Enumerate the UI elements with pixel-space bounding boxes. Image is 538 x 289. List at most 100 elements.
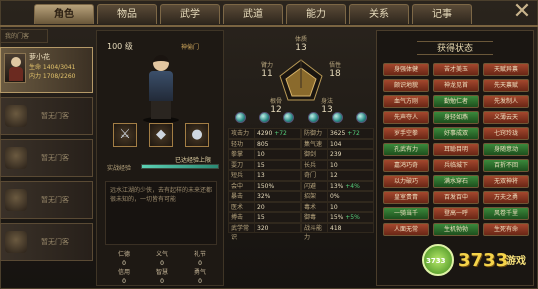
- status-badge[interactable]: 神龙见首: [433, 79, 479, 92]
- empty-slot-icon: [5, 231, 27, 253]
- stat-cell: 轻功 805: [228, 138, 301, 149]
- stat-cell: 医术 20: [228, 201, 301, 212]
- status-badge[interactable]: 皇室贵胄: [383, 191, 429, 204]
- stats-row: 会中 150% 闪避 13% +4%: [228, 180, 374, 191]
- stats-table: 攻击力4290 +72防御力3625 +72轻功805 集气速度104 拳掌10…: [228, 128, 374, 241]
- stats-row: 攻击力 4290 +72 防御力 3625 +72: [228, 128, 374, 139]
- status-badge[interactable]: 兵临城下: [433, 159, 479, 172]
- character-figure: [141, 53, 181, 123]
- stat-cell: 御毒 15% +5%: [301, 212, 374, 223]
- stat-cell: 搏击 15: [228, 212, 301, 223]
- status-badge[interactable]: 孔武有力: [383, 143, 429, 156]
- status-badge[interactable]: 义薄云天: [483, 111, 529, 124]
- companion-slot-active[interactable]: 萝小花 生命 1404/3041 内力 1708/2260: [0, 47, 93, 93]
- exp-bar: [141, 164, 219, 169]
- armor-icon[interactable]: ◆: [149, 123, 173, 147]
- companion-inner: 内力 1708/2260: [29, 73, 76, 80]
- tab-0[interactable]: 角色: [34, 4, 94, 24]
- gem-icon[interactable]: [307, 112, 319, 123]
- status-badge[interactable]: 耳聪目明: [433, 143, 479, 156]
- status-badge[interactable]: 一骑当千: [383, 207, 429, 220]
- stats-row: 短兵 13 奇门 12: [228, 170, 374, 181]
- character-description: 远水江湖的少侠，去有起样的未来还都很未知的，一切皆有可能: [105, 181, 217, 245]
- empty-slot-label: 暂无门客: [41, 238, 69, 246]
- status-badge[interactable]: 百发百中: [433, 191, 479, 204]
- stat-cell: 武学常识 320: [228, 222, 301, 241]
- tab-6[interactable]: 记事: [412, 4, 472, 24]
- attr-strength: 臂力 11: [260, 62, 273, 79]
- empty-slot-label: 暂无门客: [41, 112, 69, 120]
- stat-cell: 暴击 32%: [228, 191, 301, 202]
- companion-list-header: 我的门客: [0, 29, 48, 43]
- coin-icon[interactable]: ●: [185, 123, 209, 147]
- status-badge[interactable]: 先发制人: [483, 95, 529, 108]
- stat-cell: 毒术 10: [301, 201, 374, 212]
- status-badge[interactable]: 无双神将: [483, 175, 529, 188]
- status-badge[interactable]: 颇识地貌: [383, 79, 429, 92]
- status-badge[interactable]: 先声夺人: [383, 111, 429, 124]
- status-panel-title: 获得状态: [417, 41, 493, 55]
- status-badge[interactable]: 生机勃勃: [433, 223, 479, 236]
- status-badge[interactable]: 登高一呼: [433, 207, 479, 220]
- gem-icon[interactable]: [331, 112, 343, 123]
- tab-3[interactable]: 武道: [223, 4, 283, 24]
- close-icon[interactable]: ✕: [512, 1, 532, 23]
- stat-cell: 奇门 12: [301, 170, 374, 181]
- stat-cell: 会中 150%: [228, 180, 301, 191]
- virtue-stat: 信用 0: [117, 269, 130, 285]
- status-badge[interactable]: 满水穿石: [433, 175, 479, 188]
- companion-life: 生命 1404/3041: [29, 64, 76, 71]
- status-badge[interactable]: 以力破巧: [383, 175, 429, 188]
- status-badge[interactable]: 苦才美玉: [433, 63, 479, 76]
- sword-icon[interactable]: ⚔: [113, 123, 137, 147]
- status-badge[interactable]: 身随意动: [483, 143, 529, 156]
- virtue-stat: 礼节 0: [193, 251, 206, 267]
- companion-slot-empty[interactable]: 暂无门客: [0, 97, 93, 135]
- watermark-logo: 3733 3733 游戏: [420, 240, 538, 286]
- status-badge[interactable]: 岁手空拳: [383, 127, 429, 140]
- status-badge[interactable]: 身轻如燕: [433, 111, 479, 124]
- status-badge[interactable]: 百折不回: [483, 159, 529, 172]
- status-badge[interactable]: 人面无常: [383, 223, 429, 236]
- status-badge[interactable]: 血气方刚: [383, 95, 429, 108]
- tab-bar: 角色 物品 武学 武道 能力 关系 记事: [34, 4, 472, 26]
- status-badge[interactable]: 先天禀赋: [483, 79, 529, 92]
- status-badge[interactable]: 好事成双: [433, 127, 479, 140]
- stats-row: 耍刀 15 长兵 10: [228, 159, 374, 170]
- status-badge[interactable]: 万夫之勇: [483, 191, 529, 204]
- gem-icon[interactable]: [234, 112, 246, 123]
- attr-constitution: 体质 13: [294, 36, 307, 53]
- status-badge[interactable]: 天赋异禀: [483, 63, 529, 76]
- attr-comprehension: 悟性 18: [328, 62, 341, 79]
- companion-slot-empty[interactable]: 暂无门客: [0, 223, 93, 261]
- gem-icon[interactable]: [356, 112, 368, 123]
- stat-cell: 耍刀 15: [228, 159, 301, 170]
- status-badge[interactable]: 身强体健: [383, 63, 429, 76]
- exp-max-label: 已达经验上限: [175, 157, 212, 164]
- gem-icon[interactable]: [258, 112, 270, 123]
- gem-slots: [228, 112, 374, 126]
- status-badge[interactable]: 七窍玲珑: [483, 127, 529, 140]
- companion-slot-empty[interactable]: 暂无门客: [0, 139, 93, 177]
- empty-slot-label: 暂无门客: [41, 154, 69, 162]
- tab-2[interactable]: 武学: [160, 4, 220, 24]
- attribute-pentagon: 体质 13 臂力 11 悟性 18 根骨 12 身法 13: [228, 30, 374, 122]
- empty-slot-icon: [5, 105, 27, 127]
- tab-1[interactable]: 物品: [97, 4, 157, 24]
- gem-icon[interactable]: [283, 112, 295, 123]
- tab-4[interactable]: 能力: [286, 4, 346, 24]
- tab-divider: [0, 25, 538, 27]
- tab-5[interactable]: 关系: [349, 4, 409, 24]
- status-badge[interactable]: 嘉鸿巧奇: [383, 159, 429, 172]
- status-badge[interactable]: 风卷千里: [483, 207, 529, 220]
- character-title: 神偷门: [181, 44, 200, 51]
- stat-cell: 招架 0%: [301, 191, 374, 202]
- stats-row: 搏击 15 御毒 15% +5%: [228, 212, 374, 223]
- companion-slot-empty[interactable]: 暂无门客: [0, 181, 93, 219]
- empty-slot-icon: [5, 189, 27, 211]
- status-badge[interactable]: 勤勉仁者: [433, 95, 479, 108]
- stat-cell: 攻击力 4290 +72: [228, 128, 301, 139]
- stat-cell: 拳掌 10: [228, 149, 301, 160]
- status-badge[interactable]: 生死有命: [483, 223, 529, 236]
- virtue-stat: 勇气 0: [193, 269, 206, 285]
